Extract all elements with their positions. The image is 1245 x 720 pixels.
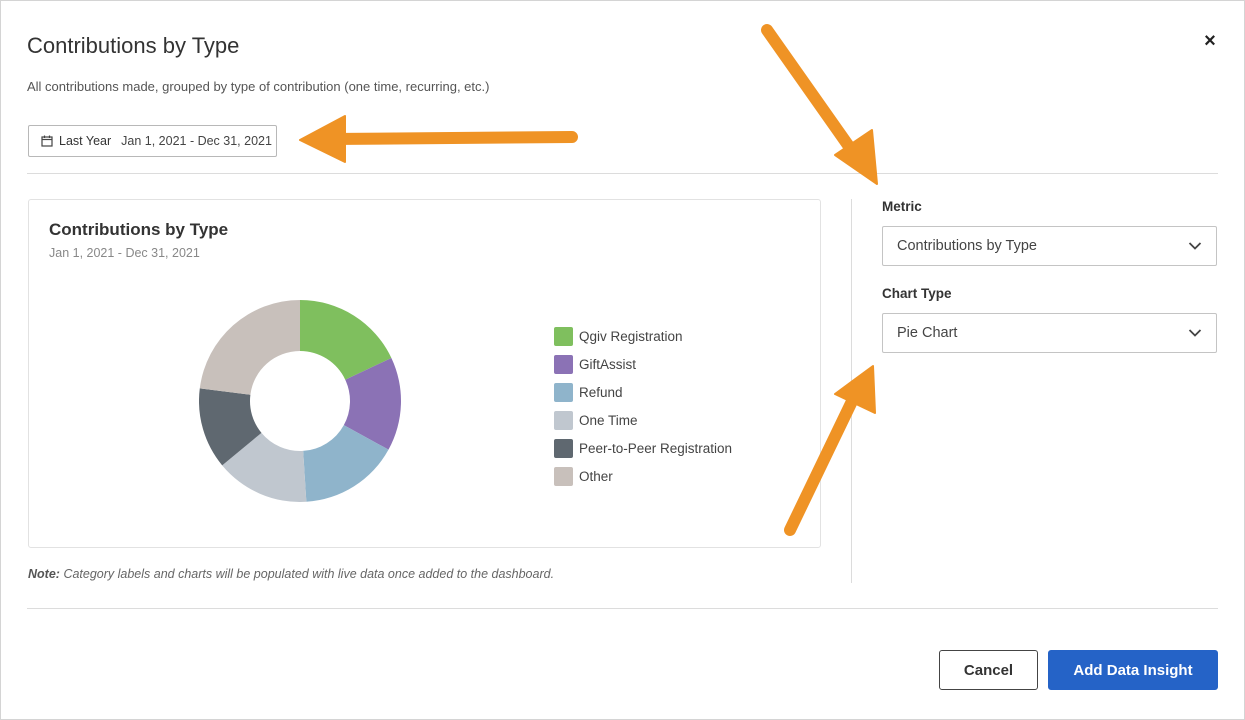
legend-swatch <box>554 438 573 458</box>
legend-item: One Time <box>554 406 732 434</box>
date-range-button[interactable]: Last Year Jan 1, 2021 - Dec 31, 2021 <box>28 125 277 157</box>
chart-legend: Qgiv Registration GiftAssist Refund One Tim… <box>554 322 732 490</box>
cancel-button[interactable]: Cancel <box>939 650 1038 690</box>
legend-swatch <box>554 382 573 402</box>
legend-item: GiftAssist <box>554 350 732 378</box>
note-body: Category labels and charts will be popul… <box>63 567 555 581</box>
legend-label: GiftAssist <box>579 356 637 372</box>
calendar-icon <box>41 135 53 147</box>
legend-item: Peer-to-Peer Registration <box>554 434 732 462</box>
legend-label: Qgiv Registration <box>579 328 683 344</box>
date-preset: Last Year <box>59 134 112 148</box>
legend-item: Qgiv Registration <box>554 322 732 350</box>
chevron-down-icon <box>1188 242 1202 250</box>
dialog-subtitle: All contributions made, grouped by type … <box>27 79 490 94</box>
legend-swatch <box>554 466 573 486</box>
date-range-text: Jan 1, 2021 - Dec 31, 2021 <box>121 134 272 148</box>
legend-swatch <box>554 410 573 430</box>
legend-label: One Time <box>579 412 638 428</box>
legend-item: Refund <box>554 378 732 406</box>
donut-chart <box>199 300 401 502</box>
top-divider <box>27 173 1218 174</box>
close-icon[interactable]: × <box>1200 31 1220 51</box>
chart-type-select[interactable]: Pie Chart <box>882 313 1217 353</box>
chart-preview-panel: Contributions by Type Jan 1, 2021 - Dec … <box>28 199 821 548</box>
note-label: Note: <box>28 567 60 581</box>
metric-select[interactable]: Contributions by Type <box>882 226 1217 266</box>
metric-label: Metric <box>882 199 922 214</box>
chevron-down-icon <box>1188 329 1202 337</box>
legend-label: Refund <box>579 384 623 400</box>
legend-item: Other <box>554 462 732 490</box>
dialog-title: Contributions by Type <box>27 33 240 58</box>
bottom-divider <box>27 608 1218 609</box>
legend-label: Peer-to-Peer Registration <box>579 440 733 456</box>
vertical-divider <box>851 199 852 583</box>
legend-label: Other <box>579 468 613 484</box>
metric-value: Contributions by Type <box>897 238 1037 254</box>
add-data-insight-button[interactable]: Add Data Insight <box>1048 650 1218 690</box>
preview-title: Contributions by Type <box>49 220 229 239</box>
legend-swatch <box>554 326 573 346</box>
dialog: Contributions by Type All contributions … <box>0 0 1245 720</box>
chart-type-label: Chart Type <box>882 286 952 301</box>
donut-slice-other <box>199 300 300 395</box>
preview-date-range: Jan 1, 2021 - Dec 31, 2021 <box>49 246 200 260</box>
legend-swatch <box>554 354 573 374</box>
chart-type-value: Pie Chart <box>897 325 958 341</box>
note-text: Note: Category labels and charts will be… <box>28 567 554 581</box>
